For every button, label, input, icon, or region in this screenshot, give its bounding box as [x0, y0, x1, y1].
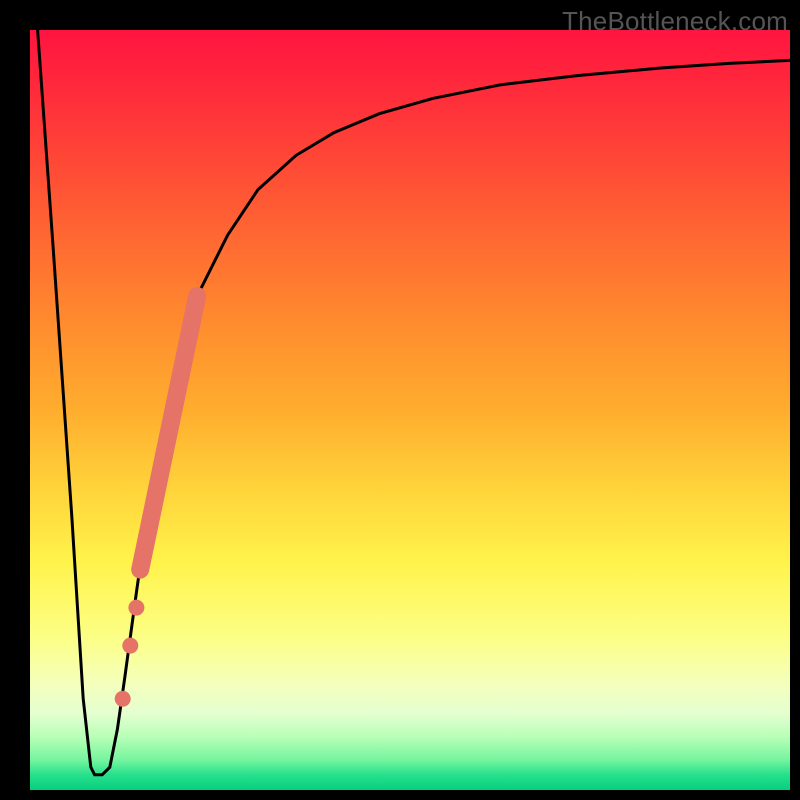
watermark-text: TheBottleneck.com: [562, 6, 788, 37]
bottleneck-curve: [38, 30, 790, 775]
chart-frame: TheBottleneck.com: [0, 0, 800, 800]
plot-area: [30, 30, 790, 790]
marker-dot: [115, 691, 131, 707]
marker-dot: [128, 600, 144, 616]
curve-layer: [30, 30, 790, 790]
marker-dot: [122, 638, 138, 654]
highlight-segment: [140, 296, 197, 570]
